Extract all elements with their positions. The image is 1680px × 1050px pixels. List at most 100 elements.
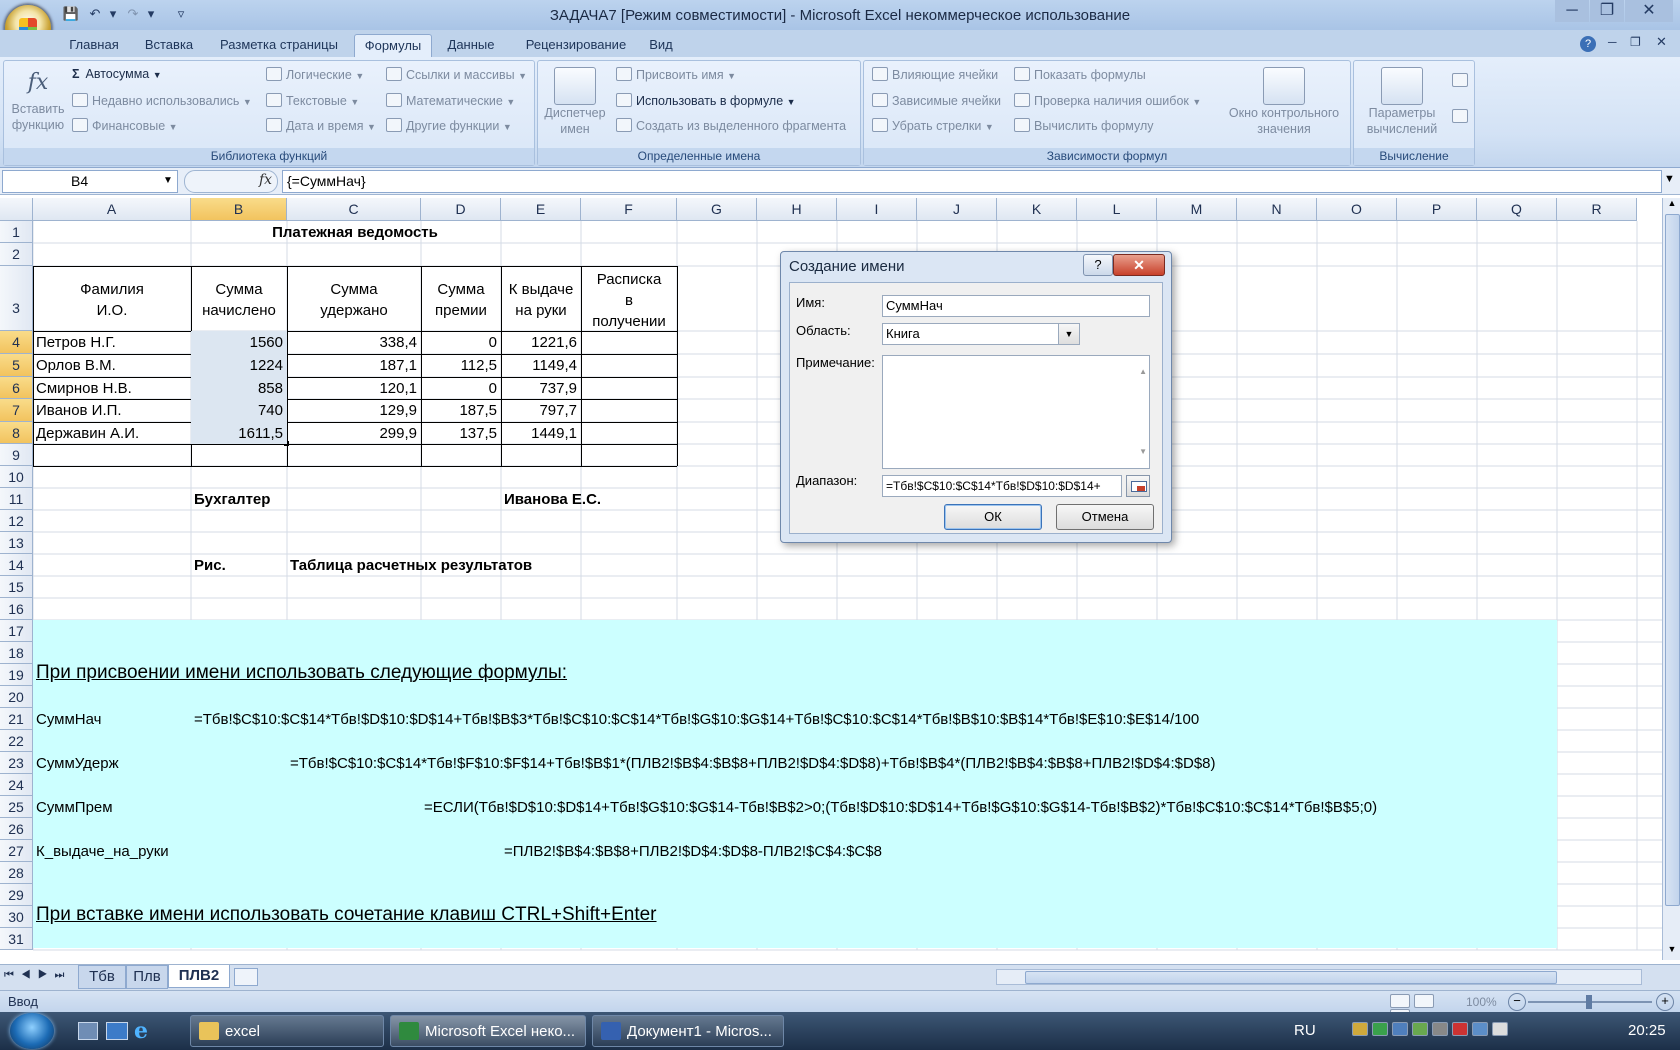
normal-view-icon[interactable] <box>1390 994 1410 1008</box>
calc-options-button[interactable]: Параметры вычислений <box>1358 67 1446 137</box>
name-label-cell[interactable]: СуммУдерж <box>36 754 206 773</box>
value-cell[interactable]: 1224 <box>191 356 283 375</box>
horizontal-scrollbar[interactable] <box>996 969 1642 985</box>
sheet-nav-arrows-icon[interactable]: ⏮◀▶⏭ <box>4 969 71 982</box>
row-header[interactable]: 28 <box>0 862 33 884</box>
comment-textarea[interactable]: ▲ ▼ <box>882 355 1150 469</box>
name-cell[interactable]: Орлов В.М. <box>36 356 194 375</box>
figure-label-cell[interactable]: Рис. <box>194 556 274 575</box>
column-header[interactable]: G <box>677 198 757 221</box>
row-header[interactable]: 21 <box>0 708 33 730</box>
internet-explorer-icon[interactable]: e <box>134 1018 156 1044</box>
scroll-up-icon[interactable]: ▲ <box>1139 362 1147 382</box>
sheet-tab-tbv[interactable]: Тбв <box>78 965 126 989</box>
tray-bluetooth-icon[interactable] <box>1452 1022 1468 1036</box>
tab-insert[interactable]: Вставка <box>140 34 198 56</box>
header-cell[interactable]: Сумма <box>191 279 287 300</box>
value-cell[interactable]: 797,7 <box>501 401 577 420</box>
language-indicator[interactable]: RU <box>1294 1022 1316 1039</box>
financial-button[interactable]: Финансовые ▼ <box>72 118 178 133</box>
header-cell[interactable]: Расписка <box>581 269 677 290</box>
insert-function-button[interactable]: fx Вставить функцию <box>10 65 66 133</box>
column-header[interactable]: R <box>1557 198 1637 221</box>
header-cell[interactable]: К выдаче <box>501 279 581 300</box>
tray-monitor-icon[interactable] <box>1392 1022 1408 1036</box>
logical-button[interactable]: Логические ▼ <box>266 67 364 82</box>
value-cell[interactable]: 1149,4 <box>501 356 577 375</box>
save-icon[interactable]: 💾 <box>62 6 80 22</box>
restore-button[interactable]: ❐ <box>1590 0 1624 22</box>
value-cell[interactable]: 112,5 <box>421 356 497 375</box>
row-header[interactable]: 10 <box>0 466 33 488</box>
undo-dropdown-icon[interactable]: ▾ <box>104 6 122 22</box>
name-cell[interactable]: Петров Н.Г. <box>36 333 194 352</box>
row-header[interactable]: 5 <box>0 354 33 377</box>
value-cell[interactable]: 1611,5 <box>191 424 283 443</box>
row-header[interactable]: 17 <box>0 620 33 642</box>
expand-formula-bar-icon[interactable]: ▼ <box>1664 173 1675 185</box>
row-header[interactable]: 20 <box>0 686 33 708</box>
customize-toolbar-icon[interactable]: ▿ <box>172 6 190 22</box>
header-cell[interactable]: получении <box>581 311 677 332</box>
value-cell[interactable]: 129,9 <box>287 401 417 420</box>
math-button[interactable]: Математические ▼ <box>386 93 515 108</box>
ok-button[interactable]: ОК <box>944 504 1042 530</box>
name-cell[interactable]: Смирнов Н.В. <box>36 379 194 398</box>
column-header[interactable]: Q <box>1477 198 1557 221</box>
tab-page-layout[interactable]: Разметка страницы <box>214 34 344 56</box>
name-label-cell[interactable]: СуммНач <box>36 710 206 729</box>
header-cell[interactable]: начислено <box>191 300 287 321</box>
row-header[interactable]: 1 <box>0 221 33 243</box>
row-header[interactable]: 16 <box>0 598 33 620</box>
tab-view[interactable]: Вид <box>644 34 678 56</box>
header-cell[interactable]: И.О. <box>33 300 191 321</box>
row-header[interactable]: 27 <box>0 840 33 862</box>
name-cell[interactable]: Иванов И.П. <box>36 401 194 420</box>
column-header[interactable]: F <box>581 198 677 221</box>
header-cell[interactable]: в <box>581 290 677 311</box>
ribbon-restore-icon[interactable]: ❐ <box>1630 35 1641 49</box>
column-header[interactable]: N <box>1237 198 1317 221</box>
name-label-cell[interactable]: СуммПрем <box>36 798 206 817</box>
formula-text-cell[interactable]: =Тбв!$C$10:$C$14*Тбв!$D$10:$D$14+Тбв!$B$… <box>194 710 1434 729</box>
name-cell[interactable]: Державин А.И. <box>36 424 194 443</box>
value-cell[interactable]: 0 <box>421 333 497 352</box>
row-header[interactable]: 30 <box>0 906 33 928</box>
show-desktop-icon[interactable] <box>78 1022 98 1040</box>
vertical-scrollbar[interactable]: ▲ ▼ <box>1662 198 1680 960</box>
column-header[interactable]: L <box>1077 198 1157 221</box>
column-header[interactable]: I <box>837 198 917 221</box>
value-cell[interactable]: 299,9 <box>287 424 417 443</box>
scroll-up-icon[interactable]: ▲ <box>1666 198 1678 210</box>
trace-precedents-button[interactable]: Влияющие ячейки <box>872 67 998 82</box>
row-header[interactable]: 15 <box>0 576 33 598</box>
range-input[interactable]: =Тбв!$C$10:$C$14*Тбв!$D$10:$D$14+ <box>882 475 1122 497</box>
row-header[interactable]: 31 <box>0 928 33 950</box>
note-insert-cell[interactable]: При вставке имени использовать сочетание… <box>36 904 836 926</box>
close-icon[interactable]: ✕ <box>1113 254 1165 276</box>
accountant-label-cell[interactable]: Бухгалтер <box>194 490 314 509</box>
column-header[interactable]: B <box>191 198 287 221</box>
scroll-thumb[interactable] <box>1025 971 1557 984</box>
remove-arrows-button[interactable]: Убрать стрелки ▼ <box>872 118 994 133</box>
row-header[interactable]: 12 <box>0 510 33 532</box>
watch-window-button[interactable]: Окно контрольного значения <box>1220 67 1348 137</box>
row-header[interactable]: 13 <box>0 532 33 554</box>
column-header[interactable]: D <box>421 198 501 221</box>
page-layout-view-icon[interactable] <box>1414 994 1434 1008</box>
row-header[interactable]: 18 <box>0 642 33 664</box>
redo-dropdown-icon[interactable]: ▾ <box>142 6 160 22</box>
header-cell[interactable]: Фамилия <box>33 279 191 300</box>
accountant-name-cell[interactable]: Иванова Е.С. <box>504 490 664 509</box>
tab-formulas[interactable]: Формулы <box>354 34 432 57</box>
row-header[interactable]: 19 <box>0 664 33 686</box>
formula-input[interactable]: {=СуммНач} <box>282 170 1662 193</box>
trace-dependents-button[interactable]: Зависимые ячейки <box>872 93 1001 108</box>
value-cell[interactable]: 187,1 <box>287 356 417 375</box>
calc-now-icon[interactable] <box>1452 73 1468 87</box>
value-cell[interactable]: 0 <box>421 379 497 398</box>
autosum-button[interactable]: Σ Автосумма ▼ <box>72 67 162 81</box>
row-header[interactable]: 14 <box>0 554 33 576</box>
text-functions-button[interactable]: Текстовые ▼ <box>266 93 359 108</box>
value-cell[interactable]: 740 <box>191 401 283 420</box>
